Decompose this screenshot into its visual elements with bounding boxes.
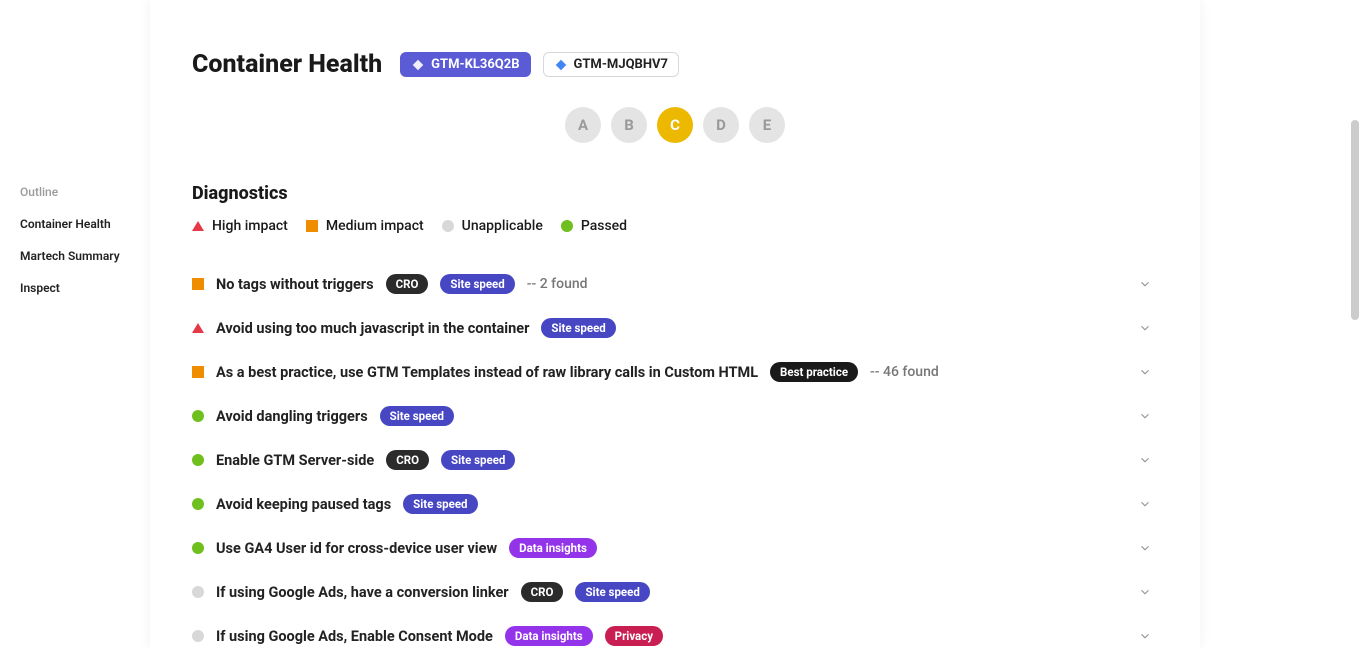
circle-grey-icon bbox=[192, 630, 204, 642]
triangle-icon bbox=[192, 221, 204, 231]
badge-privacy: Privacy bbox=[605, 626, 663, 646]
diagnostic-row[interactable]: Avoid using too much javascript in the c… bbox=[192, 306, 1158, 350]
legend-passed: Passed bbox=[561, 218, 627, 234]
badge-data-insights: Data insights bbox=[509, 538, 597, 558]
container-tab-active[interactable]: GTM-KL36Q2B bbox=[400, 52, 530, 77]
container-tab-inactive[interactable]: GTM-MJQBHV7 bbox=[543, 52, 679, 77]
circle-green-icon bbox=[561, 220, 573, 232]
chevron-down-icon bbox=[1138, 453, 1152, 467]
diagnostic-title: Avoid dangling triggers bbox=[216, 408, 368, 425]
container-tab-label: GTM-KL36Q2B bbox=[431, 57, 519, 72]
diagnostic-row[interactable]: Avoid keeping paused tags Site speed bbox=[192, 482, 1158, 526]
circle-green-icon bbox=[192, 498, 204, 510]
legend-label: Passed bbox=[581, 218, 627, 234]
diagnostic-row[interactable]: Use GA4 User id for cross-device user vi… bbox=[192, 526, 1158, 570]
chevron-down-icon bbox=[1138, 277, 1152, 291]
diagnostic-title: As a best practice, use GTM Templates in… bbox=[216, 364, 758, 381]
square-icon bbox=[192, 366, 204, 378]
circle-green-icon bbox=[192, 542, 204, 554]
diagnostics-list: No tags without triggers CRO Site speed … bbox=[192, 262, 1158, 648]
grade-c: C bbox=[657, 107, 693, 143]
chevron-down-icon bbox=[1138, 497, 1152, 511]
chevron-down-icon bbox=[1138, 629, 1152, 643]
page-header: Container Health GTM-KL36Q2B GTM-MJQBHV7 bbox=[192, 50, 1158, 79]
badge-site-speed: Site speed bbox=[380, 406, 454, 426]
diagnostic-row[interactable]: As a best practice, use GTM Templates in… bbox=[192, 350, 1158, 394]
sidebar-item-inspect[interactable]: Inspect bbox=[20, 281, 150, 295]
badge-cro: CRO bbox=[521, 582, 564, 602]
diagnostic-title: No tags without triggers bbox=[216, 276, 374, 293]
diagnostic-row[interactable]: If using Google Ads, have a conversion l… bbox=[192, 570, 1158, 614]
diagnostic-title: Use GA4 User id for cross-device user vi… bbox=[216, 540, 497, 557]
grade-row: A B C D E bbox=[192, 107, 1158, 143]
diagnostic-row[interactable]: No tags without triggers CRO Site speed … bbox=[192, 262, 1158, 306]
grade-a: A bbox=[565, 107, 601, 143]
circle-grey-icon bbox=[192, 586, 204, 598]
circle-green-icon bbox=[192, 410, 204, 422]
sidebar-item-container-health[interactable]: Container Health bbox=[20, 217, 150, 231]
page-title: Container Health bbox=[192, 50, 382, 79]
diagnostic-row[interactable]: Avoid dangling triggers Site speed bbox=[192, 394, 1158, 438]
sidebar-item-martech-summary[interactable]: Martech Summary bbox=[20, 249, 150, 263]
legend-medium-impact: Medium impact bbox=[306, 218, 424, 234]
diagnostic-row[interactable]: Enable GTM Server-side CRO Site speed bbox=[192, 438, 1158, 482]
triangle-icon bbox=[192, 323, 204, 333]
square-icon bbox=[306, 220, 318, 232]
badge-site-speed: Site speed bbox=[575, 582, 649, 602]
badge-data-insights: Data insights bbox=[505, 626, 593, 646]
chevron-down-icon bbox=[1138, 541, 1152, 555]
legend-label: Unapplicable bbox=[462, 218, 543, 234]
legend-label: High impact bbox=[212, 218, 288, 234]
diagnostic-title: If using Google Ads, have a conversion l… bbox=[216, 584, 509, 601]
diagnostic-title: Avoid using too much javascript in the c… bbox=[216, 320, 529, 337]
square-icon bbox=[192, 278, 204, 290]
legend-unapplicable: Unapplicable bbox=[442, 218, 543, 234]
circle-grey-icon bbox=[442, 220, 454, 232]
chevron-down-icon bbox=[1138, 409, 1152, 423]
diagnostic-row[interactable]: If using Google Ads, Enable Consent Mode… bbox=[192, 614, 1158, 648]
legend-high-impact: High impact bbox=[192, 218, 288, 234]
grade-b: B bbox=[611, 107, 647, 143]
badge-site-speed: Site speed bbox=[403, 494, 477, 514]
badge-site-speed: Site speed bbox=[440, 274, 514, 294]
sidebar: Outline Container Health Martech Summary… bbox=[0, 0, 150, 648]
chevron-down-icon bbox=[1138, 321, 1152, 335]
scrollbar[interactable] bbox=[1351, 120, 1359, 320]
diagnostics-legend: High impact Medium impact Unapplicable P… bbox=[192, 218, 1158, 234]
found-count: -- 46 found bbox=[870, 364, 939, 380]
diagnostic-title: Avoid keeping paused tags bbox=[216, 496, 391, 513]
badge-site-speed: Site speed bbox=[441, 450, 515, 470]
container-tab-label: GTM-MJQBHV7 bbox=[574, 57, 668, 72]
chevron-down-icon bbox=[1138, 365, 1152, 379]
grade-d: D bbox=[703, 107, 739, 143]
diagnostic-title: Enable GTM Server-side bbox=[216, 452, 374, 469]
badge-site-speed: Site speed bbox=[541, 318, 615, 338]
tag-icon bbox=[411, 58, 425, 72]
badge-best-practice: Best practice bbox=[770, 362, 858, 382]
diagnostic-title: If using Google Ads, Enable Consent Mode bbox=[216, 628, 493, 645]
badge-cro: CRO bbox=[386, 450, 429, 470]
chevron-down-icon bbox=[1138, 585, 1152, 599]
legend-label: Medium impact bbox=[326, 218, 424, 234]
found-count: -- 2 found bbox=[527, 276, 588, 292]
grade-e: E bbox=[749, 107, 785, 143]
main-content: Container Health GTM-KL36Q2B GTM-MJQBHV7… bbox=[150, 0, 1200, 648]
diagnostics-title: Diagnostics bbox=[192, 183, 1158, 204]
badge-cro: CRO bbox=[386, 274, 429, 294]
circle-green-icon bbox=[192, 454, 204, 466]
sidebar-item-outline[interactable]: Outline bbox=[20, 185, 150, 199]
tag-icon bbox=[554, 58, 568, 72]
